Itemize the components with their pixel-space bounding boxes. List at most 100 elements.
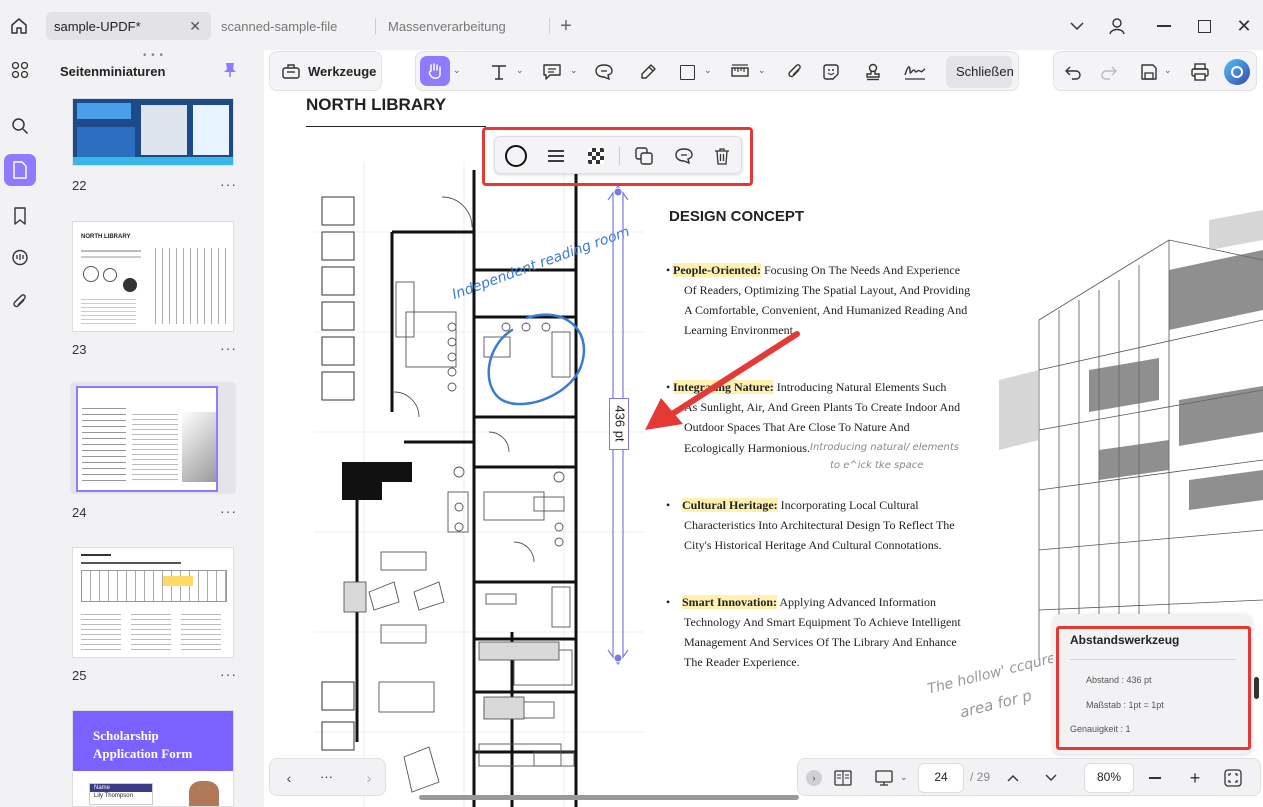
chevron-down-icon[interactable] (1066, 16, 1088, 36)
user-icon[interactable] (1106, 14, 1128, 38)
comments-icon[interactable] (7, 246, 33, 270)
schliessen-button[interactable]: Schließen (956, 64, 1014, 79)
werkzeuge-group: Werkzeuge (269, 51, 382, 91)
heading-rule (306, 126, 486, 127)
zoom-in-icon[interactable]: + (1184, 767, 1206, 789)
annotation-toolbar: ⌄ ⌄ ⌄ ⌄ ⌄ Schließen (415, 51, 1019, 91)
zoom-out-icon[interactable] (1144, 767, 1166, 789)
thumb-block (193, 105, 229, 155)
thumb-block (77, 103, 131, 119)
chevron-down-icon[interactable]: ⌄ (758, 65, 766, 76)
line-weight-icon[interactable] (543, 143, 569, 169)
search-icon[interactable] (7, 114, 33, 138)
page-layout-icon[interactable] (832, 767, 854, 789)
bookmark-icon[interactable] (7, 204, 33, 228)
thumbnail-page-24[interactable] (76, 386, 218, 492)
home-icon[interactable] (6, 14, 32, 38)
text-comment-icon[interactable] (540, 61, 564, 83)
thumbnail-page-22[interactable] (72, 98, 234, 166)
delete-icon[interactable] (709, 143, 735, 169)
chevron-down-icon[interactable]: ⌄ (516, 65, 524, 76)
fit-page-icon[interactable] (1222, 767, 1244, 789)
thumb-title: NORTH LIBRARY (81, 234, 131, 240)
thumb-line (81, 562, 181, 564)
werkzeuge-button[interactable]: Werkzeuge (308, 64, 376, 79)
thumb-building (182, 412, 216, 482)
shape-tool-icon[interactable] (676, 61, 698, 83)
thumbnail-page-25[interactable] (72, 547, 234, 658)
stair-block (342, 462, 382, 500)
page-more-menu[interactable]: ··· (220, 666, 237, 682)
chevron-down-icon[interactable]: ⌄ (704, 65, 712, 76)
bullet-mark: • (666, 263, 671, 277)
maximize-icon[interactable] (1192, 16, 1216, 36)
handwritten-circle-annotation[interactable] (482, 308, 592, 413)
thumb-block (141, 105, 187, 155)
thumb-field-value: Lily Thompson (94, 793, 133, 799)
page-number: 22 (72, 178, 87, 193)
tab-sample-updf[interactable]: sample-UPDF* ✕ (46, 12, 211, 40)
chevron-down-icon[interactable]: ⌄ (453, 65, 461, 76)
page-up-icon[interactable] (1002, 767, 1024, 789)
page-down-icon[interactable] (1040, 767, 1062, 789)
next-page-icon[interactable]: › (358, 767, 380, 789)
more-options[interactable]: ··· (320, 769, 333, 784)
hand-tool-icon[interactable] (420, 56, 450, 86)
apps-grid-icon[interactable] (7, 58, 33, 82)
copy-icon[interactable] (631, 143, 657, 169)
tab-label: sample-UPDF* (54, 18, 141, 34)
stamp-icon[interactable] (862, 61, 884, 83)
toolbox-icon[interactable] (280, 61, 302, 81)
thumbnail-page-26[interactable]: Scholarship Application Form Name Lily T… (72, 710, 234, 807)
attachment-icon[interactable] (7, 290, 33, 314)
red-arrow-annotation[interactable] (639, 328, 804, 438)
border-color-icon[interactable] (503, 143, 529, 169)
collapse-bar-icon[interactable]: › (806, 770, 822, 786)
page-more-menu[interactable]: ··· (220, 176, 237, 192)
page-nav-group: ‹ ··· › (269, 758, 386, 796)
add-comment-icon[interactable] (671, 143, 697, 169)
tab-massenverarbeitung[interactable]: Massenverarbeitung (380, 12, 545, 40)
thumbnails-icon[interactable] (4, 154, 36, 186)
measure-tool-icon[interactable] (728, 61, 752, 83)
opacity-icon[interactable] (583, 143, 609, 169)
bullet-text: Incorporating Local Cultural (780, 498, 919, 512)
thumbnail-page-23[interactable]: NORTH LIBRARY (72, 221, 234, 332)
ai-assistant-icon[interactable] (1224, 59, 1250, 85)
vertical-scrollbar[interactable] (1254, 677, 1259, 699)
chevron-down-icon[interactable]: ⌄ (900, 772, 908, 783)
measure-scale: Maßstab : 1pt = 1pt (1086, 700, 1164, 710)
measure-label: 436 pt (612, 405, 628, 442)
undo-icon[interactable] (1062, 61, 1084, 83)
chevron-down-icon[interactable]: ⌄ (1164, 65, 1172, 76)
chevron-down-icon[interactable]: ⌄ (570, 65, 578, 76)
thumb-text (181, 610, 221, 650)
print-icon[interactable] (1188, 61, 1212, 83)
resize-handle[interactable]: • • • (143, 50, 164, 61)
page-more-menu[interactable]: ··· (220, 503, 237, 519)
attach-file-icon[interactable] (784, 61, 806, 83)
minimize-icon[interactable] (1152, 16, 1176, 36)
document-canvas[interactable]: Werkzeuge ⌄ ⌄ ⌄ ⌄ ⌄ Schließen ⌄ NORTH LI… (264, 50, 1263, 807)
close-tab-icon[interactable]: ✕ (189, 18, 201, 35)
thumb-circle (83, 266, 99, 282)
bullet-text: Applying Advanced Information (779, 595, 936, 609)
signature-icon[interactable] (902, 61, 928, 83)
page-more-menu[interactable]: ··· (220, 340, 237, 356)
new-tab-icon[interactable]: + (556, 15, 576, 37)
save-icon[interactable] (1138, 61, 1160, 83)
text-tool-icon[interactable] (488, 61, 510, 83)
handwritten-note: Introducing natural/ elements (810, 442, 959, 453)
measure-panel-divider (1070, 659, 1236, 660)
sticky-note-icon[interactable] (592, 61, 616, 83)
presentation-icon[interactable] (872, 767, 896, 789)
sticker-icon[interactable] (820, 61, 842, 83)
tab-scanned-sample-file[interactable]: scanned-sample-file (213, 12, 373, 40)
prev-page-icon[interactable]: ‹ (278, 767, 300, 789)
redo-icon[interactable] (1098, 61, 1120, 83)
pin-icon[interactable] (222, 61, 238, 79)
highlighter-icon[interactable] (636, 61, 660, 83)
close-window-icon[interactable]: ✕ (1232, 14, 1256, 38)
toolbar-divider (619, 147, 620, 165)
horizontal-scrollbar[interactable] (419, 795, 799, 800)
